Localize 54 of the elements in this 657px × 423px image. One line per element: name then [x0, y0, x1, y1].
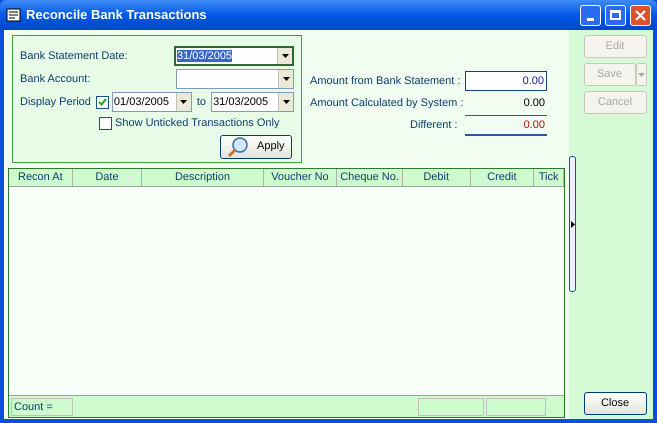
amount-field[interactable]: 0.00	[465, 71, 547, 91]
magnifier-icon	[227, 136, 249, 156]
amount-value: 0.00	[522, 96, 546, 111]
status-panel	[486, 398, 546, 416]
dropdown-button[interactable]	[278, 93, 294, 111]
field-label: Display Period	[20, 94, 91, 110]
dropdown-button[interactable]	[176, 93, 191, 111]
window-title: Reconcile Bank Transactions	[26, 6, 208, 24]
minimize-button[interactable]	[580, 4, 601, 26]
column-header[interactable]: Voucher No	[264, 169, 338, 186]
statement-date-combo[interactable]: 31/03/2005	[174, 46, 294, 66]
period-from-combo[interactable]: 01/03/2005	[112, 92, 192, 112]
caret-icon	[638, 72, 644, 76]
expand-arrow-icon	[570, 220, 574, 228]
column-header[interactable]: Description	[142, 169, 264, 186]
close-button[interactable]: Close	[584, 392, 646, 415]
column-header[interactable]: Credit	[470, 169, 534, 186]
apply-button[interactable]: Apply	[220, 134, 292, 158]
checkbox-label: Show Unticked Transactions Only	[115, 116, 280, 131]
status-panel	[418, 398, 484, 416]
caret-icon	[282, 77, 290, 81]
caret-icon	[180, 100, 188, 104]
field-label: Amount Calculated by System :	[310, 96, 464, 111]
caret-icon	[282, 54, 288, 58]
column-header[interactable]: Recon At	[9, 169, 73, 186]
notepad-icon	[6, 7, 22, 23]
check-icon	[98, 98, 107, 106]
sort-arrow-icon	[126, 174, 134, 180]
close-window-button[interactable]	[630, 4, 651, 26]
maximize-icon	[610, 10, 621, 20]
dropdown-button[interactable]	[278, 70, 293, 88]
checkbox[interactable]	[96, 96, 109, 108]
field-label: Bank Account:	[20, 72, 90, 87]
column-header[interactable]: Debit	[402, 169, 471, 186]
column-header[interactable]: Cheque No.	[337, 169, 403, 186]
checkbox[interactable]	[99, 116, 112, 130]
field-label: Amount from Bank Statement :	[310, 74, 460, 89]
date-value: 01/03/2005	[114, 96, 169, 108]
column-header[interactable]: Tick	[534, 169, 564, 186]
to-label: to	[196, 94, 208, 110]
period-to-combo[interactable]: 31/03/2005	[211, 92, 294, 112]
maximize-button[interactable]	[605, 4, 626, 26]
count-label: Count =	[11, 398, 73, 416]
difference-value: 0.00	[465, 114, 547, 136]
caret-icon	[282, 100, 290, 104]
date-value: 31/03/2005	[177, 50, 232, 62]
dropdown-button[interactable]	[277, 48, 292, 64]
date-value: 31/03/2005	[213, 96, 268, 108]
splitter-handle[interactable]	[569, 156, 576, 292]
close-icon	[635, 10, 646, 20]
field-label: Different :	[409, 118, 458, 133]
minimize-icon	[587, 18, 594, 20]
field-label: Bank Statement Date:	[20, 48, 128, 64]
column-header[interactable]: Date	[72, 169, 142, 186]
